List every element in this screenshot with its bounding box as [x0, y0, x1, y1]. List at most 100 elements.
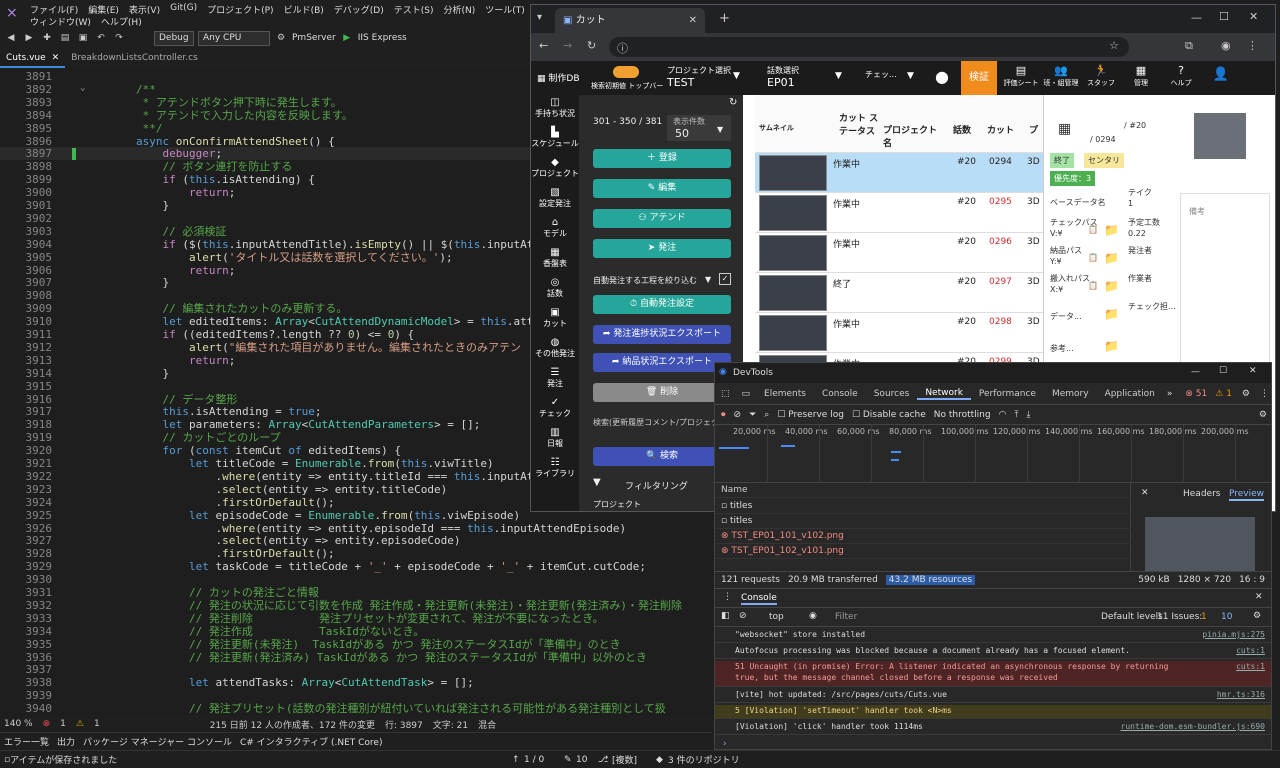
message-source-link[interactable]: cuts:1: [1236, 661, 1265, 672]
context-select[interactable]: top: [769, 612, 784, 622]
episode-select[interactable]: 話数選択 EP01: [767, 65, 799, 89]
thumbnail-image[interactable]: [759, 235, 827, 271]
line-number[interactable]: 3924: [18, 496, 53, 509]
line-number[interactable]: 3934: [18, 625, 53, 638]
profile-icon[interactable]: ◉: [1221, 39, 1231, 52]
message-source-link[interactable]: pinia.mjs:275: [1202, 629, 1265, 640]
devtools-tab[interactable]: Elements: [756, 389, 814, 399]
line-number[interactable]: 3894: [18, 109, 53, 122]
code-line[interactable]: 3929 let taskCode = titleCode + '_' + ep…: [0, 560, 712, 573]
menu-item[interactable]: テスト(S): [394, 3, 434, 16]
line-number[interactable]: 3923: [18, 483, 53, 496]
minimize-icon[interactable]: —: [1191, 11, 1202, 24]
folder-icon[interactable]: 📁: [1104, 251, 1119, 265]
maximize-icon[interactable]: ☐: [1219, 366, 1227, 376]
warning-badge[interactable]: ⚠ 1: [1211, 389, 1236, 399]
line-number[interactable]: 3926: [18, 522, 53, 535]
thumbnail-image[interactable]: [759, 275, 827, 311]
clipboard-icon[interactable]: 📋: [1088, 225, 1098, 234]
sidebar-item[interactable]: ◍ その他発注: [531, 335, 579, 365]
name-column-header[interactable]: Name: [715, 483, 1131, 498]
line-number[interactable]: 3901: [18, 199, 53, 212]
sidebar-item[interactable]: ▣ カット: [531, 305, 579, 335]
clipboard-icon[interactable]: 📋: [1088, 253, 1098, 262]
sidebar-toggle-icon[interactable]: ◧: [721, 611, 730, 621]
devtools-tab[interactable]: Performance: [971, 389, 1044, 399]
back-icon[interactable]: ◀: [4, 33, 18, 43]
more-tabs-icon[interactable]: »: [1163, 389, 1177, 399]
tab-cuts-vue[interactable]: Cuts.vue ✕: [0, 52, 66, 68]
table-row[interactable]: 作業中 #20 0296 3D: [755, 233, 1043, 273]
menu-item[interactable]: Git(G): [170, 3, 197, 16]
filter-heading[interactable]: フィルタリング: [625, 479, 688, 492]
line-number[interactable]: 3927: [18, 534, 53, 547]
code-line[interactable]: 3935 // 発注更新(未発注) TaskIdがある かつ 発注のステータスI…: [0, 638, 712, 651]
line-number[interactable]: 3925: [18, 509, 53, 522]
new-tab-icon[interactable]: +: [719, 11, 730, 26]
line-number[interactable]: 3929: [18, 560, 53, 573]
sidebar-item[interactable]: ◆ プロジェクト: [531, 155, 579, 185]
line-number[interactable]: 3911: [18, 328, 53, 341]
sidebar-item[interactable]: ◫ 手持ち状況: [531, 95, 579, 125]
line-number[interactable]: 3897: [18, 147, 53, 160]
sidebar-item[interactable]: ☰ 発注: [531, 365, 579, 395]
line-number[interactable]: 3906: [18, 264, 53, 277]
sidebar-item[interactable]: ☷ ライブラリ: [531, 455, 579, 485]
menu-item[interactable]: ウィンドウ(W): [30, 15, 91, 28]
platform-select[interactable]: Any CPU: [198, 30, 270, 46]
account-icon[interactable]: 👤: [1201, 61, 1241, 95]
code-line[interactable]: 3933 // 発注削除 発注プリセットが変更されて、発注が不要になったとき。: [0, 612, 712, 625]
auto-order-settings-button[interactable]: ⏱ 自動発注設定: [593, 295, 731, 314]
disable-cache-checkbox[interactable]: ☐ Disable cache: [852, 410, 926, 420]
tab-search-icon[interactable]: ▾: [537, 12, 542, 23]
auto-order-checkbox[interactable]: ✓: [719, 273, 731, 285]
new-file-icon[interactable]: ✚: [40, 33, 54, 43]
line-number[interactable]: 3935: [18, 638, 53, 651]
folder-icon[interactable]: 📁: [1104, 279, 1119, 293]
settings-icon[interactable]: ⚙: [1236, 389, 1256, 399]
bottom-tab[interactable]: C# インタラクティブ (.NET Core): [240, 735, 383, 748]
warning-count[interactable]: 1: [94, 719, 100, 729]
settings-icon[interactable]: ⚙: [1259, 410, 1267, 420]
server-select[interactable]: PmServer: [292, 33, 336, 43]
line-number[interactable]: 3899: [18, 173, 53, 186]
line-number[interactable]: 3932: [18, 599, 53, 612]
line-number[interactable]: 3918: [18, 418, 53, 431]
run-icon[interactable]: ▶: [340, 33, 354, 43]
nav-item[interactable]: 🏃 スタッフ: [1081, 61, 1121, 95]
console-message[interactable]: [vite] hot updated: /src/pages/cuts/Cuts…: [715, 689, 1271, 703]
console-message[interactable]: 5 [Violation] 'setTimeout' handler took …: [715, 705, 1271, 719]
line-number[interactable]: 3931: [18, 586, 53, 599]
check-select[interactable]: チェッ...: [865, 69, 897, 80]
run-target[interactable]: IIS Express: [358, 33, 407, 43]
line-number[interactable]: 3914: [18, 367, 53, 380]
user-icon[interactable]: ●: [935, 67, 949, 86]
nav-item[interactable]: ? ヘルプ: [1161, 61, 1201, 95]
attend-button[interactable]: ⚇ アテンド: [593, 209, 731, 228]
wifi-icon[interactable]: ◠: [999, 410, 1007, 420]
bottom-tab[interactable]: 出力: [57, 735, 75, 748]
line-number[interactable]: 3913: [18, 354, 53, 367]
clipboard-icon[interactable]: 📋: [1088, 281, 1098, 290]
line-number[interactable]: 3920: [18, 444, 53, 457]
table-row[interactable]: 終了 #20 0297 3D: [755, 273, 1043, 313]
error-count[interactable]: 1: [60, 719, 66, 729]
line-number[interactable]: 3907: [18, 276, 53, 289]
folder-icon[interactable]: 📁: [1104, 223, 1119, 237]
initial-value-toggle[interactable]: [613, 66, 639, 78]
levels-select[interactable]: Default levels: [1101, 612, 1163, 622]
menu-icon[interactable]: ⋮: [1247, 39, 1258, 52]
message-source-link[interactable]: runtime-dom.esm-bundler.js:690: [1121, 721, 1266, 732]
devtools-tab[interactable]: Console: [814, 389, 866, 399]
sidebar-item[interactable]: ▙ スケジュール: [531, 125, 579, 155]
sidebar-item[interactable]: ◎ 話数: [531, 275, 579, 305]
folder-icon[interactable]: 📁: [1104, 339, 1119, 353]
close-window-icon[interactable]: ✕: [1249, 10, 1258, 23]
refresh-icon[interactable]: ↻: [729, 97, 737, 108]
code-line[interactable]: 3938 let attendTasks: Array<CutAttendTas…: [0, 676, 712, 689]
line-number[interactable]: 3936: [18, 651, 53, 664]
line-number[interactable]: 3903: [18, 225, 53, 238]
line-number[interactable]: 3940: [18, 702, 53, 715]
reload-icon[interactable]: ↻: [587, 39, 596, 52]
line-number[interactable]: 3937: [18, 663, 53, 676]
